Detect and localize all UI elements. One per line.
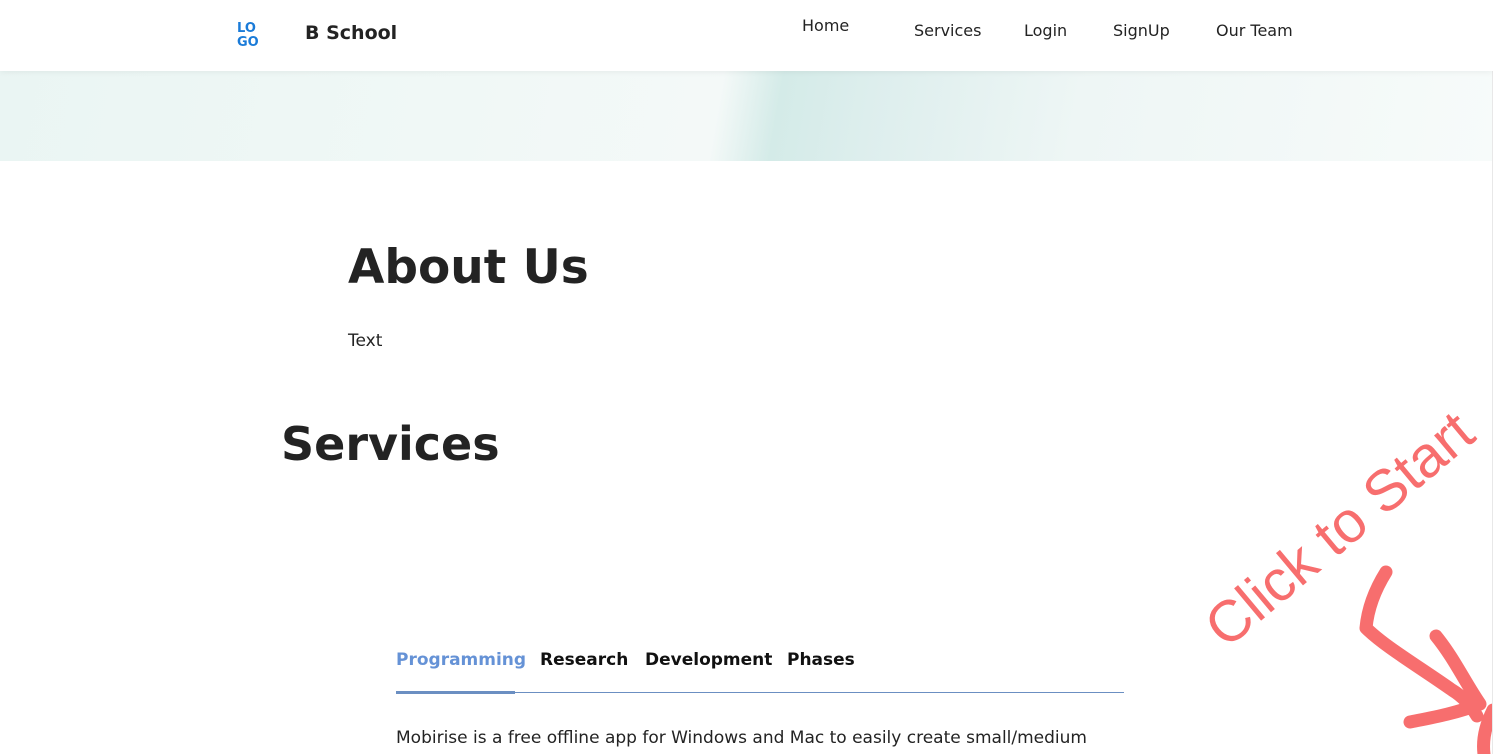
click-to-start-text: Click to Start [1193,400,1487,660]
logo-icon[interactable]: LO GO [236,20,266,48]
active-tab-indicator [396,691,515,694]
click-to-start-overlay[interactable]: Click to Start [1190,399,1493,754]
svg-text:GO: GO [237,35,259,48]
tab-programming[interactable]: Programming [396,650,526,670]
hero-banner [0,71,1493,161]
nav-services[interactable]: Services [914,21,981,40]
nav-home[interactable]: Home [802,16,849,35]
nav-login[interactable]: Login [1024,21,1067,40]
services-title: Services [281,417,500,471]
nav-signup[interactable]: SignUp [1113,21,1170,40]
tab-description: Mobirise is a free offline app for Windo… [396,728,1087,748]
curved-arrow-icon [1359,565,1493,754]
tab-phases[interactable]: Phases [787,650,855,670]
click-to-start-graphic: Click to Start [1193,399,1493,754]
brand-name[interactable]: B School [305,22,397,44]
tab-research[interactable]: Research [540,650,628,670]
about-title: About Us [348,240,589,295]
page: LO GO B School Home Services Login SignU… [0,0,1493,754]
svg-text:LO: LO [237,21,256,36]
navbar: LO GO B School Home Services Login SignU… [0,0,1493,71]
about-text: Text [348,331,383,351]
tab-development[interactable]: Development [645,650,772,670]
services-tabs: Programming Research Development Phases [396,648,1124,694]
nav-our-team[interactable]: Our Team [1216,21,1293,40]
